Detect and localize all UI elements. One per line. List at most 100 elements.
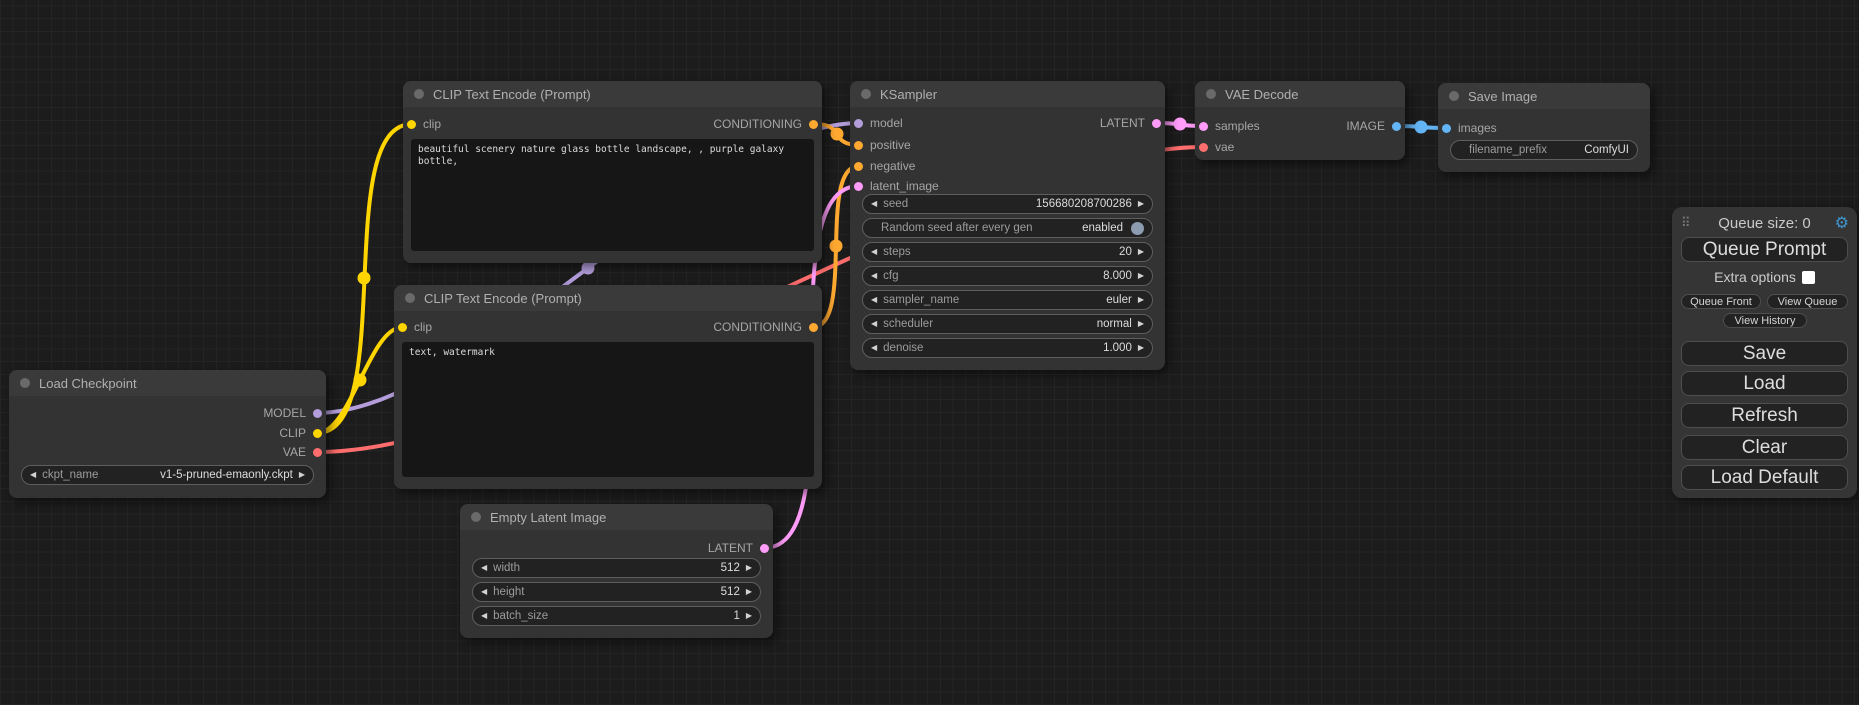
negative-prompt-textarea[interactable]: text, watermark bbox=[402, 342, 814, 477]
decrement-arrow-icon[interactable]: ◀ bbox=[871, 272, 877, 280]
denoise-widget[interactable]: ◀ denoise 1.000 ▶ bbox=[862, 338, 1153, 358]
scheduler-widget[interactable]: ◀ scheduler normal ▶ bbox=[862, 314, 1153, 334]
widget-label: seed bbox=[883, 198, 908, 210]
cfg-widget[interactable]: ◀ cfg 8.000 ▶ bbox=[862, 266, 1153, 286]
increment-arrow-icon[interactable]: ▶ bbox=[1138, 200, 1144, 208]
port-clip-output[interactable] bbox=[313, 429, 322, 438]
port-model-input[interactable] bbox=[854, 119, 863, 128]
node-title-bar[interactable]: Save Image bbox=[1438, 83, 1650, 109]
collapse-dot-icon[interactable] bbox=[1206, 89, 1216, 99]
widget-label: Random seed after every gen bbox=[881, 222, 1033, 234]
collapse-dot-icon[interactable] bbox=[471, 512, 481, 522]
decrement-arrow-icon[interactable]: ◀ bbox=[30, 471, 36, 479]
increment-arrow-icon[interactable]: ▶ bbox=[1138, 272, 1144, 280]
port-latent-output[interactable] bbox=[1152, 119, 1161, 128]
decrement-arrow-icon[interactable]: ◀ bbox=[481, 564, 487, 572]
collapse-dot-icon[interactable] bbox=[20, 378, 30, 388]
node-load-checkpoint: Load Checkpoint MODEL CLIP VAE ◀ ckpt_na… bbox=[9, 370, 326, 498]
widget-label: width bbox=[493, 562, 520, 574]
height-widget[interactable]: ◀ height 512 ▶ bbox=[472, 582, 761, 602]
port-model-output[interactable] bbox=[313, 409, 322, 418]
input-vae: vae bbox=[1199, 138, 1234, 156]
clear-button[interactable]: Clear bbox=[1681, 435, 1848, 460]
output-conditioning: CONDITIONING bbox=[713, 318, 818, 336]
node-title: Empty Latent Image bbox=[490, 510, 606, 525]
port-conditioning-output[interactable] bbox=[809, 120, 818, 129]
slot-label: VAE bbox=[283, 445, 306, 459]
view-queue-button[interactable]: View Queue bbox=[1767, 294, 1848, 309]
sampler-name-widget[interactable]: ◀ sampler_name euler ▶ bbox=[862, 290, 1153, 310]
increment-arrow-icon[interactable]: ▶ bbox=[746, 588, 752, 596]
node-title-bar[interactable]: KSampler bbox=[850, 81, 1165, 107]
input-samples: samples bbox=[1199, 117, 1260, 135]
port-latent-input[interactable] bbox=[854, 182, 863, 191]
widget-label: filename_prefix bbox=[1469, 144, 1547, 156]
queue-prompt-button[interactable]: Queue Prompt bbox=[1681, 237, 1848, 262]
ckpt-name-widget[interactable]: ◀ ckpt_name v1-5-pruned-emaonly.ckpt ▶ bbox=[21, 465, 314, 485]
width-widget[interactable]: ◀ width 512 ▶ bbox=[472, 558, 761, 578]
filename-prefix-widget[interactable]: filename_prefix ComfyUI bbox=[1450, 140, 1638, 160]
port-conditioning-input[interactable] bbox=[854, 162, 863, 171]
positive-prompt-textarea[interactable]: beautiful scenery nature glass bottle la… bbox=[411, 139, 814, 251]
link-midpoint-dot bbox=[830, 240, 843, 253]
view-history-button[interactable]: View History bbox=[1723, 313, 1807, 328]
node-title-bar[interactable]: CLIP Text Encode (Prompt) bbox=[403, 81, 822, 107]
random-seed-toggle-widget[interactable]: Random seed after every gen enabled bbox=[862, 218, 1153, 238]
decrement-arrow-icon[interactable]: ◀ bbox=[871, 296, 877, 304]
decrement-arrow-icon[interactable]: ◀ bbox=[481, 588, 487, 596]
extra-options-label: Extra options bbox=[1714, 269, 1796, 285]
decrement-arrow-icon[interactable]: ◀ bbox=[871, 200, 877, 208]
port-latent-output[interactable] bbox=[760, 544, 769, 553]
widget-label: scheduler bbox=[883, 318, 933, 330]
increment-arrow-icon[interactable]: ▶ bbox=[1138, 320, 1144, 328]
widget-label: ckpt_name bbox=[42, 469, 98, 481]
node-title-bar[interactable]: VAE Decode bbox=[1195, 81, 1405, 107]
gear-icon[interactable]: ⚙ bbox=[1835, 213, 1849, 233]
port-clip-input[interactable] bbox=[398, 323, 407, 332]
increment-arrow-icon[interactable]: ▶ bbox=[1138, 344, 1144, 352]
toggle-on-icon[interactable] bbox=[1131, 222, 1144, 235]
increment-arrow-icon[interactable]: ▶ bbox=[1138, 248, 1144, 256]
port-conditioning-input[interactable] bbox=[854, 141, 863, 150]
widget-value: 1.000 bbox=[1103, 342, 1132, 354]
collapse-dot-icon[interactable] bbox=[861, 89, 871, 99]
input-clip: clip bbox=[398, 318, 432, 336]
port-clip-input[interactable] bbox=[407, 120, 416, 129]
decrement-arrow-icon[interactable]: ◀ bbox=[871, 248, 877, 256]
increment-arrow-icon[interactable]: ▶ bbox=[746, 612, 752, 620]
collapse-dot-icon[interactable] bbox=[1449, 91, 1459, 101]
link-midpoint-dot bbox=[831, 128, 844, 141]
load-button[interactable]: Load bbox=[1681, 371, 1848, 396]
node-title-bar[interactable]: Load Checkpoint bbox=[9, 370, 326, 396]
batch-size-widget[interactable]: ◀ batch_size 1 ▶ bbox=[472, 606, 761, 626]
port-vae-input[interactable] bbox=[1199, 143, 1208, 152]
increment-arrow-icon[interactable]: ▶ bbox=[1138, 296, 1144, 304]
decrement-arrow-icon[interactable]: ◀ bbox=[871, 344, 877, 352]
increment-arrow-icon[interactable]: ▶ bbox=[746, 564, 752, 572]
load-default-button[interactable]: Load Default bbox=[1681, 465, 1848, 490]
queue-front-button[interactable]: Queue Front bbox=[1681, 294, 1761, 309]
port-image-input[interactable] bbox=[1442, 124, 1451, 133]
port-conditioning-output[interactable] bbox=[809, 323, 818, 332]
link-midpoint-dot bbox=[358, 272, 371, 285]
decrement-arrow-icon[interactable]: ◀ bbox=[481, 612, 487, 620]
node-title-bar[interactable]: CLIP Text Encode (Prompt) bbox=[394, 285, 822, 311]
steps-widget[interactable]: ◀ steps 20 ▶ bbox=[862, 242, 1153, 262]
collapse-dot-icon[interactable] bbox=[414, 89, 424, 99]
port-image-output[interactable] bbox=[1392, 122, 1401, 131]
refresh-button[interactable]: Refresh bbox=[1681, 403, 1848, 428]
seed-widget[interactable]: ◀ seed 156680208700286 ▶ bbox=[862, 194, 1153, 214]
port-vae-output[interactable] bbox=[313, 448, 322, 457]
increment-arrow-icon[interactable]: ▶ bbox=[299, 471, 305, 479]
save-button[interactable]: Save bbox=[1681, 341, 1848, 366]
slot-label: model bbox=[870, 116, 903, 130]
slot-label: CLIP bbox=[279, 426, 306, 440]
collapse-dot-icon[interactable] bbox=[405, 293, 415, 303]
widget-value: 8.000 bbox=[1103, 270, 1132, 282]
widget-value: 1 bbox=[733, 610, 739, 622]
decrement-arrow-icon[interactable]: ◀ bbox=[871, 320, 877, 328]
port-latent-input[interactable] bbox=[1199, 122, 1208, 131]
node-title-bar[interactable]: Empty Latent Image bbox=[460, 504, 773, 530]
input-clip: clip bbox=[407, 115, 441, 133]
extra-options-checkbox[interactable] bbox=[1802, 271, 1815, 284]
